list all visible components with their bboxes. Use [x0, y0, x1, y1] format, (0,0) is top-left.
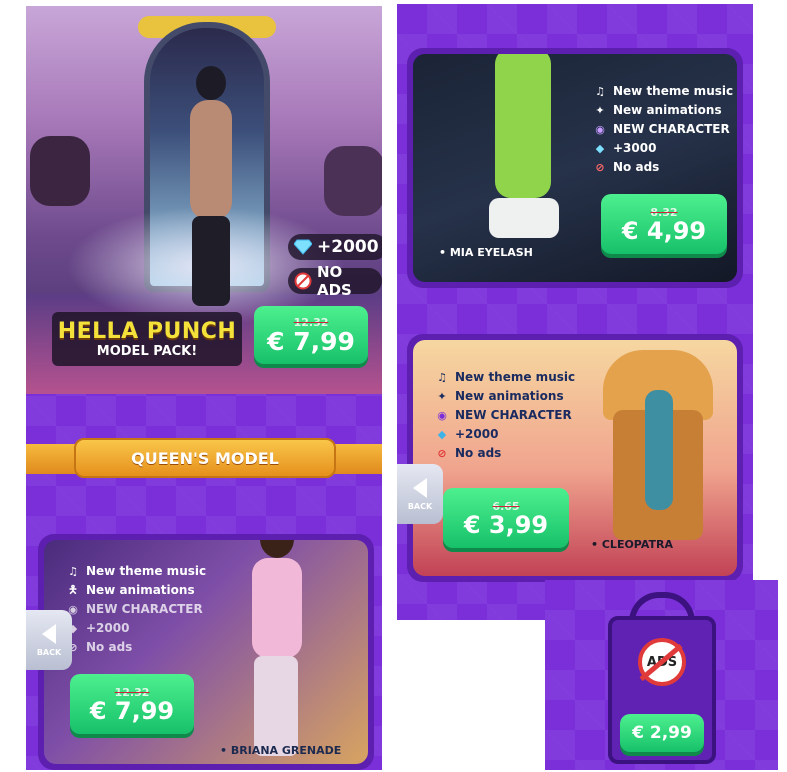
mia-eyelash-card: ♫ New theme music ✦ New animations ◉ NEW CH…: [407, 48, 743, 288]
dance-icon: ✦: [437, 389, 447, 403]
cleopatra-card: ♫ New theme music ✦ New animations ◉ NEW CH…: [407, 334, 743, 582]
feature-item: ⊘ No ads: [593, 160, 733, 174]
feature-item: ◆ +2000: [435, 427, 575, 441]
price-label: € 4,99: [621, 216, 707, 245]
music-note-icon: ♫: [68, 564, 78, 578]
briana-grenade-card: ♫ New theme music 🯅 New animations ◉ NEW CH…: [38, 534, 374, 770]
price-label: € 2,99: [632, 722, 692, 743]
feature-item: ◉ NEW CHARACTER: [66, 602, 206, 616]
cleopatra-throne: [593, 350, 723, 550]
price-label: € 7,99: [89, 696, 175, 725]
music-note-icon: ♫: [437, 370, 447, 384]
back-arrow-icon: [413, 477, 427, 498]
feature-item: ◆ +3000: [593, 141, 733, 155]
music-note-icon: ♫: [595, 84, 605, 98]
price-label: € 7,99: [267, 327, 355, 356]
shopping-bag-icon: ADS € 2,99: [608, 616, 716, 764]
hella-punch-character: [176, 66, 246, 306]
dance-icon: ✦: [595, 103, 605, 117]
character-name: • MIA EYELASH: [439, 246, 533, 259]
feature-item: ♫ New theme music: [66, 564, 206, 578]
feature-item: ♫ New theme music: [593, 84, 733, 98]
back-arrow-icon: [42, 623, 56, 644]
mia-character: [473, 54, 573, 254]
mia-buy-button[interactable]: 8.32 € 4,99: [601, 194, 727, 254]
briana-character: [230, 540, 320, 760]
queens-model-section: QUEEN'S MODEL ♫ New theme music 🯅 New anim…: [26, 394, 382, 770]
diamond-bonus-chip: +2000: [288, 234, 382, 260]
feature-item: ✦ New animations: [435, 389, 575, 403]
no-ads-icon: ⊘: [437, 446, 447, 460]
character-icon: ◉: [437, 408, 447, 422]
character-name: • CLEOPATRA: [591, 538, 674, 551]
no-ads-offer-panel: ADS € 2,99: [545, 580, 778, 770]
feature-item: ✦ New animations: [593, 103, 733, 117]
scenery-tank-left: [30, 136, 90, 206]
character-icon: ◉: [595, 122, 605, 136]
character-name: • BRIANA GRENADE: [220, 744, 342, 757]
pack-subtitle: MODEL PACK!: [96, 344, 198, 359]
price-label: € 3,99: [463, 510, 549, 539]
no-ads-chip: NO ADS: [288, 263, 382, 299]
no-ads-icon: [294, 272, 312, 290]
hella-punch-banner: HELLA PUNCH MODEL PACK!: [52, 312, 242, 366]
feature-item: 🯅 New animations: [66, 582, 206, 598]
feature-item: ⊘ No ads: [435, 446, 575, 460]
dance-icon: 🯅: [68, 582, 78, 596]
pack-title: HELLA PUNCH: [57, 319, 237, 344]
briana-feature-list: ♫ New theme music 🯅 New animations ◉ NEW CH…: [66, 564, 206, 654]
feature-item: ◆ +2000: [66, 621, 206, 635]
left-shop-panel: +2000 NO ADS HELLA PUNCH MODEL PACK! 12.…: [26, 6, 382, 770]
cleopatra-buy-button[interactable]: 6.65 € 3,99: [443, 488, 569, 548]
hella-punch-hero: +2000 NO ADS HELLA PUNCH MODEL PACK! 12.…: [26, 6, 382, 394]
feature-item: ♫ New theme music: [435, 370, 575, 384]
feature-item: ◉ NEW CHARACTER: [593, 122, 733, 136]
diamond-bonus-text: +2000: [317, 237, 379, 257]
right-shop-panel: ♫ New theme music ✦ New animations ◉ NEW CH…: [397, 4, 753, 620]
no-ads-icon: ⊘: [595, 160, 605, 174]
hella-buy-button[interactable]: 12.32 € 7,99: [254, 306, 368, 364]
feature-item: ◉ NEW CHARACTER: [435, 408, 575, 422]
diamond-icon: ◆: [437, 427, 447, 441]
cleopatra-feature-list: ♫ New theme music ✦ New animations ◉ NEW CH…: [435, 370, 575, 460]
briana-buy-button[interactable]: 12.32 € 7,99: [70, 674, 194, 734]
diamond-icon: [294, 238, 312, 256]
mia-feature-list: ♫ New theme music ✦ New animations ◉ NEW CH…: [593, 84, 733, 174]
diamond-icon: ◆: [595, 141, 605, 155]
back-button[interactable]: BACK: [26, 610, 72, 670]
no-ads-text: NO ADS: [317, 263, 352, 299]
section-title: QUEEN'S MODEL: [74, 438, 336, 478]
no-ads-buy-button[interactable]: € 2,99: [620, 714, 704, 752]
scenery-tank-right: [324, 146, 382, 216]
back-button[interactable]: BACK: [397, 464, 443, 524]
feature-item: ⊘ No ads: [66, 640, 206, 654]
